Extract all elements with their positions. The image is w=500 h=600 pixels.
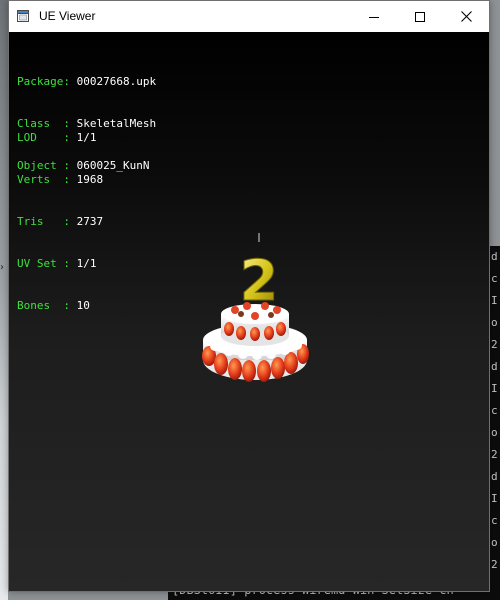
- info-row-tris: Tris : 2737: [17, 215, 103, 229]
- info-value: 1/1: [76, 257, 97, 270]
- app-icon: [17, 10, 29, 22]
- background-console-window: d c I o 2 d I c o 2 d I c o 2 d: [490, 246, 500, 600]
- info-value: 2737: [76, 215, 104, 228]
- info-row-lod: LOD : 1/1: [17, 131, 103, 145]
- 3d-viewport[interactable]: Package: 00027668.upk Class : SkeletalMe…: [9, 32, 489, 591]
- close-button[interactable]: [443, 1, 489, 32]
- desktop-background: [0, 0, 8, 600]
- info-label: Bones :: [17, 299, 70, 312]
- info-value: 1968: [76, 173, 104, 186]
- info-value: 10: [76, 299, 90, 312]
- title-bar[interactable]: UE Viewer: [9, 1, 489, 32]
- candle-number: 2: [240, 249, 279, 314]
- window-title: UE Viewer: [39, 9, 96, 23]
- maximize-button[interactable]: [397, 1, 443, 32]
- maximize-icon: [415, 11, 425, 22]
- mesh-info-group-2: LOD : 1/1 Verts : 1968 Tris : 2737 UV Se…: [17, 103, 103, 341]
- minimize-icon: [369, 16, 379, 18]
- info-label: LOD :: [17, 131, 70, 144]
- info-label: Tris :: [17, 215, 70, 228]
- info-value: 1/1: [76, 131, 97, 144]
- desktop-arrow-icon: ›: [0, 262, 4, 273]
- close-icon: [460, 11, 472, 22]
- info-row-uvset: UV Set : 1/1: [17, 257, 103, 271]
- minimize-button[interactable]: [351, 1, 397, 32]
- info-label: UV Set :: [17, 257, 70, 270]
- cake-mesh-model: 2: [202, 233, 309, 382]
- info-row-verts: Verts : 1968: [17, 173, 103, 187]
- info-value: 00027668.upk: [76, 75, 157, 88]
- info-label: Package:: [17, 75, 70, 88]
- ue-viewer-window: UE Viewer Package: 00027668.upk Class : …: [8, 0, 490, 592]
- info-row-package: Package: 00027668.upk: [17, 75, 156, 89]
- info-label: Verts :: [17, 173, 70, 186]
- info-row-bones: Bones : 10: [17, 299, 103, 313]
